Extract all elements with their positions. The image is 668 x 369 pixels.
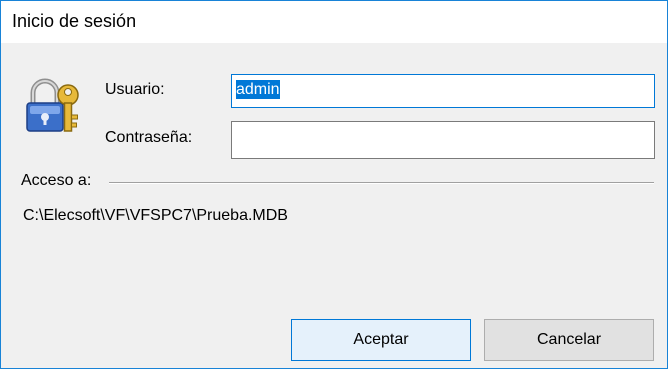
title-bar[interactable]: Inicio de sesión xyxy=(1,1,667,43)
lock-key-icon xyxy=(23,75,85,137)
password-label: Contraseña: xyxy=(105,129,193,146)
accept-button[interactable]: Aceptar xyxy=(291,319,471,361)
login-dialog: Inicio de sesión Usuario: admin Contrase… xyxy=(0,0,668,369)
user-value: admin xyxy=(236,80,280,99)
password-field[interactable] xyxy=(231,121,655,159)
access-label: Acceso a: xyxy=(21,172,96,190)
user-field[interactable]: admin xyxy=(231,74,655,108)
access-divider xyxy=(109,182,654,184)
cancel-button[interactable]: Cancelar xyxy=(484,319,654,361)
user-label: Usuario: xyxy=(105,81,165,98)
window-title: Inicio de sesión xyxy=(12,11,137,31)
database-path: C:\Elecsoft\VF\VFSPC7\Prueba.MDB xyxy=(23,207,288,224)
